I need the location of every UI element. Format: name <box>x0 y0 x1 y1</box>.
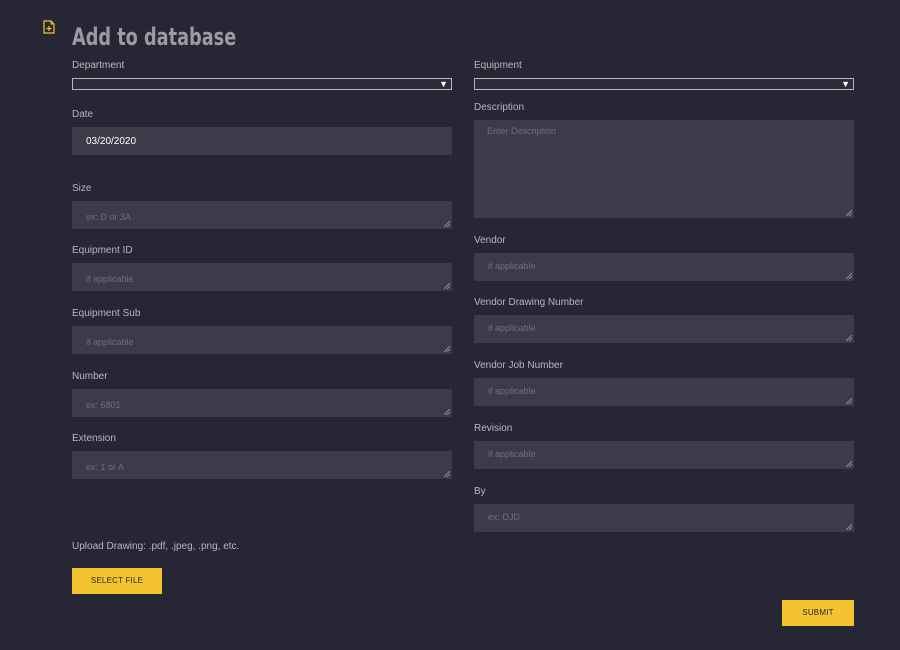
file-add-icon <box>43 20 55 34</box>
date-input[interactable]: 03/20/2020 <box>72 127 452 155</box>
resize-grip-icon[interactable] <box>444 283 450 289</box>
vendor-job-label: Vendor Job Number <box>474 360 563 371</box>
extension-placeholder: ex: 1 or A <box>86 462 125 472</box>
resize-grip-icon[interactable] <box>444 471 450 477</box>
revision-label: Revision <box>474 423 513 434</box>
by-placeholder: ex: DJD <box>488 512 521 522</box>
by-input[interactable]: ex: DJD <box>474 504 854 532</box>
equipment-select[interactable]: ▼ <box>474 78 854 90</box>
extension-input[interactable]: ex: 1 or A <box>72 451 452 479</box>
size-placeholder: ex: D or 3A <box>86 212 132 222</box>
resize-grip-icon[interactable] <box>444 346 450 352</box>
vendor-drawing-label: Vendor Drawing Number <box>474 297 584 308</box>
vendor-placeholder: if applicable <box>488 261 536 271</box>
by-label: By <box>474 486 486 497</box>
revision-input[interactable]: if applicable <box>474 441 854 469</box>
caret-down-icon: ▼ <box>439 79 448 89</box>
resize-grip-icon[interactable] <box>444 221 450 227</box>
resize-grip-icon[interactable] <box>846 398 852 404</box>
equipment-id-label: Equipment ID <box>72 245 133 256</box>
vendor-job-input[interactable]: if applicable <box>474 378 854 406</box>
resize-grip-icon[interactable] <box>846 210 852 216</box>
vendor-label: Vendor <box>474 235 506 246</box>
resize-grip-icon[interactable] <box>846 524 852 530</box>
extension-label: Extension <box>72 433 116 444</box>
equipment-sub-placeholder: if applicable <box>86 337 134 347</box>
equipment-sub-input[interactable]: if applicable <box>72 326 452 354</box>
equipment-sub-label: Equipment Sub <box>72 308 141 319</box>
resize-grip-icon[interactable] <box>846 335 852 341</box>
select-file-button[interactable]: SELECT FILE <box>72 568 162 594</box>
submit-button[interactable]: SUBMIT <box>782 600 854 626</box>
number-placeholder: ex: 6801 <box>86 400 121 410</box>
equipment-id-input[interactable]: if applicable <box>72 263 452 291</box>
resize-grip-icon[interactable] <box>444 409 450 415</box>
vendor-drawing-placeholder: if applicable <box>488 323 536 333</box>
department-label: Department <box>72 60 125 71</box>
description-label: Description <box>474 102 525 113</box>
description-textarea[interactable]: Enter Description <box>474 120 854 218</box>
number-label: Number <box>72 371 108 382</box>
revision-placeholder: if applicable <box>488 449 536 459</box>
resize-grip-icon[interactable] <box>846 273 852 279</box>
vendor-input[interactable]: if applicable <box>474 253 854 281</box>
date-label: Date <box>72 109 94 120</box>
vendor-job-placeholder: if applicable <box>488 386 536 396</box>
vendor-drawing-input[interactable]: if applicable <box>474 315 854 343</box>
department-select[interactable]: ▼ <box>72 78 452 90</box>
size-input[interactable]: ex: D or 3A <box>72 201 452 229</box>
description-placeholder: Enter Description <box>487 126 557 136</box>
resize-grip-icon[interactable] <box>846 461 852 467</box>
equipment-label: Equipment <box>474 60 522 71</box>
size-label: Size <box>72 183 92 194</box>
page-title: Add to database <box>72 23 237 51</box>
caret-down-icon: ▼ <box>841 79 850 89</box>
number-input[interactable]: ex: 6801 <box>72 389 452 417</box>
equipment-id-placeholder: if applicable <box>86 274 134 284</box>
upload-label: Upload Drawing: .pdf, .jpeg, .png, etc. <box>72 541 240 552</box>
